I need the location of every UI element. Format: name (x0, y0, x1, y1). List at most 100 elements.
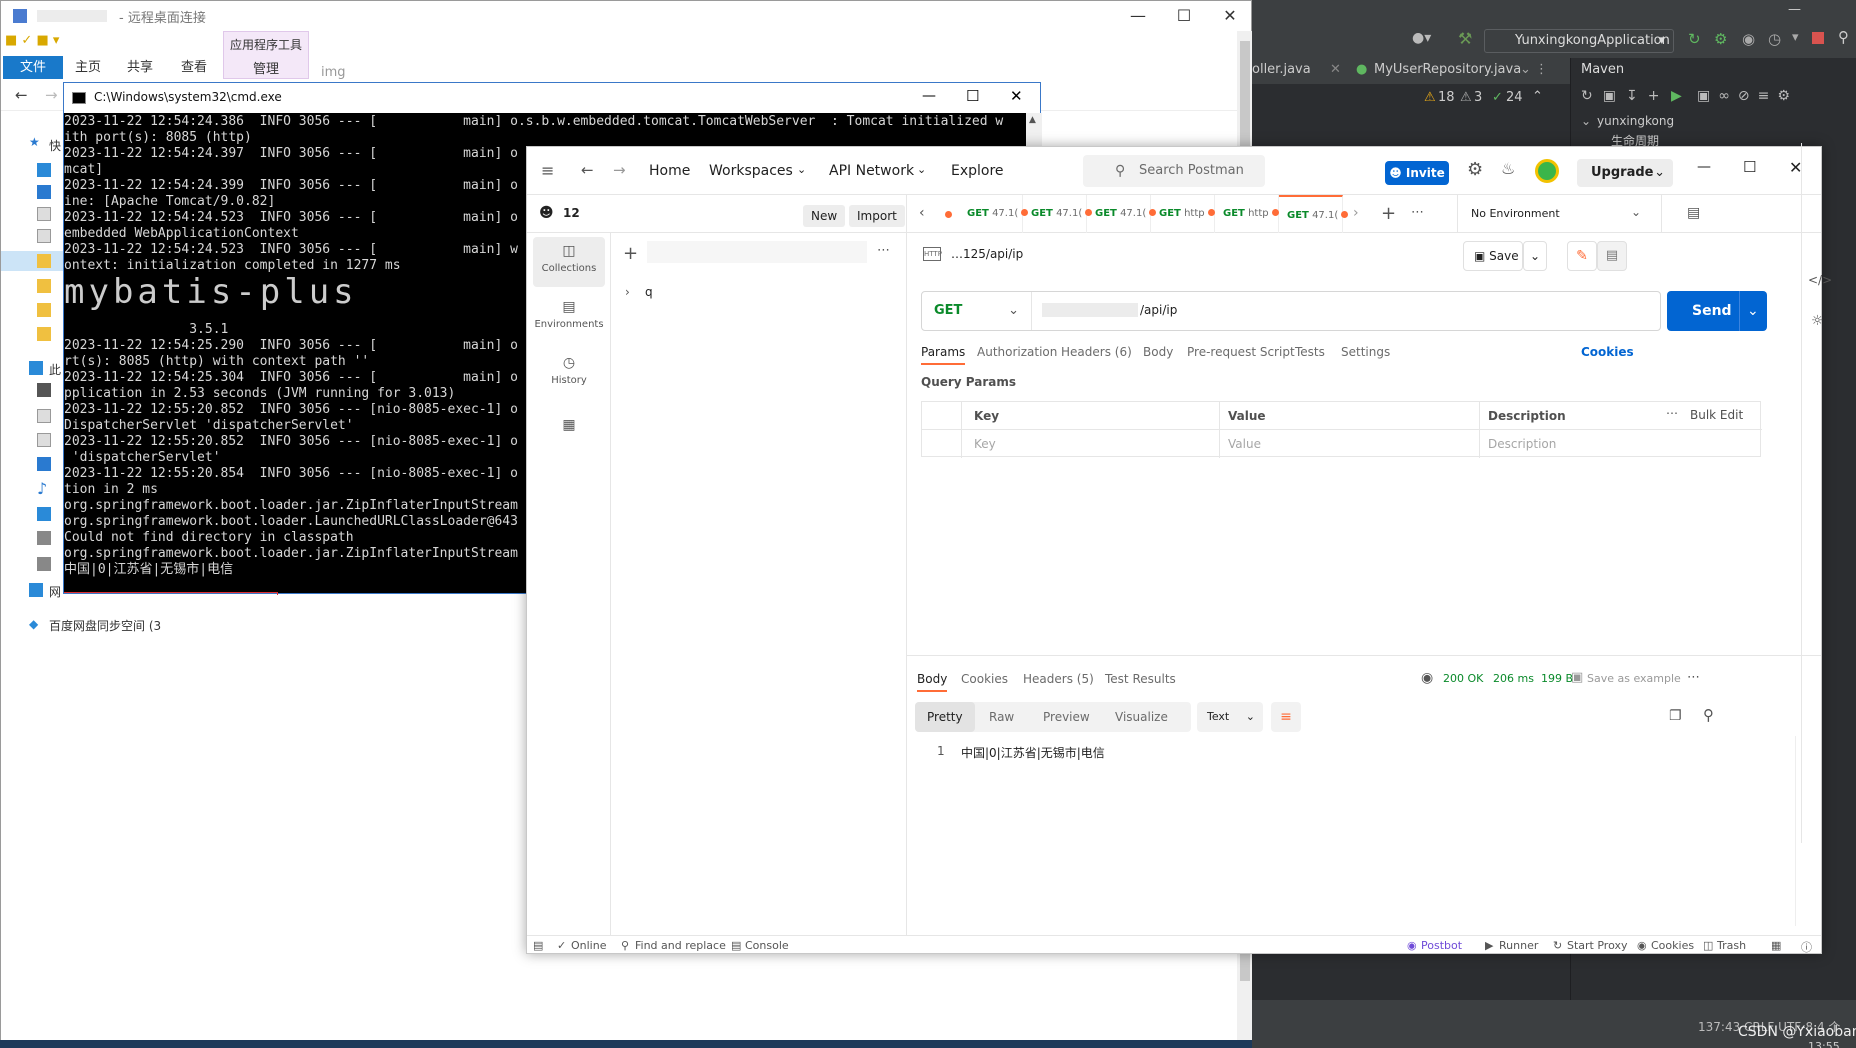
response-time[interactable]: 206 ms (1493, 672, 1534, 685)
value-input[interactable]: Value (1220, 430, 1480, 458)
rail-more[interactable]: ▦ (533, 411, 605, 461)
method-select[interactable]: GET ⌄ (922, 292, 1032, 330)
sidebar-item-baidu-sync[interactable]: 百度网盘同步空间 (3 (49, 617, 161, 635)
nav-api-network[interactable]: API Network (829, 163, 914, 179)
find-replace-button[interactable]: Find and replace (635, 939, 726, 952)
cookies-button[interactable]: Cookies (1651, 939, 1694, 952)
minimize-button[interactable]: — (922, 88, 936, 104)
run-configuration-select[interactable]: YunxingkongApplication ▾ (1484, 29, 1674, 53)
stop-icon[interactable] (1812, 32, 1824, 44)
trash-button[interactable]: Trash (1717, 939, 1746, 952)
nav-home[interactable]: Home (649, 163, 690, 179)
back-arrow-icon[interactable]: ← (15, 86, 28, 104)
docs-icon[interactable]: ▤ (1597, 241, 1627, 271)
response-size[interactable]: 199 B (1541, 672, 1573, 685)
expand-arrow-icon[interactable]: ⌄ (1581, 114, 1591, 128)
nav-workspaces[interactable]: Workspaces (709, 163, 793, 179)
tab-settings[interactable]: Settings (1341, 345, 1390, 359)
chevron-down-icon[interactable]: ⌄ (1523, 241, 1547, 271)
format-preview[interactable]: Preview (1031, 702, 1102, 732)
sidebar-toggle-icon[interactable]: ▤ (533, 939, 543, 952)
rail-history[interactable]: ◷ History (533, 349, 605, 399)
tab-file[interactable]: 文件 (3, 56, 63, 79)
copy-icon[interactable]: ❐ (1669, 708, 1682, 724)
request-tab[interactable]: GET 47.1( (1087, 195, 1157, 233)
url-input[interactable]: /api/ip (1140, 303, 1177, 317)
send-button[interactable]: Send ⌄ (1667, 291, 1767, 331)
editor-tab-controller[interactable]: oller.java (1252, 62, 1311, 77)
response-scrollbar[interactable] (1795, 736, 1805, 926)
tab-body[interactable]: Body (1143, 345, 1173, 359)
debug-icon[interactable]: ⚙ (1714, 30, 1727, 48)
request-name[interactable]: …125/api/ip (951, 247, 1023, 261)
invite-button[interactable]: ☻ Invite (1385, 161, 1449, 185)
start-proxy-button[interactable]: Start Proxy (1567, 939, 1628, 952)
collection-search-input[interactable] (647, 241, 867, 263)
more-icon[interactable]: ⋯ (1687, 670, 1700, 685)
add-icon[interactable]: + (623, 243, 638, 264)
rail-environments[interactable]: ▤ Environments (533, 293, 605, 343)
menu-icon[interactable]: ≡ (541, 161, 554, 180)
tab-manage[interactable]: 应用程序工具 管理 (223, 31, 309, 79)
environment-quick-look-icon[interactable]: ▤ (1687, 205, 1700, 221)
response-tab-cookies[interactable]: Cookies (961, 672, 1008, 686)
rail-collections[interactable]: ◫ Collections (533, 237, 605, 287)
profiler-icon[interactable]: ◷ (1768, 30, 1781, 48)
bell-icon[interactable]: ♨ (1501, 159, 1515, 178)
chevron-right-icon[interactable]: › (1353, 205, 1359, 221)
status-badge[interactable]: 200 OK (1443, 672, 1483, 685)
nav-explore[interactable]: Explore (951, 163, 1004, 179)
tab-params[interactable]: Params (921, 345, 966, 365)
format-type-select[interactable]: Text ⌄ (1197, 702, 1263, 732)
online-status[interactable]: Online (571, 939, 606, 952)
upgrade-button[interactable]: Upgrade ⌄ (1577, 159, 1673, 187)
request-tab-active[interactable]: GET 47.1( (1279, 195, 1349, 233)
settings-icon[interactable]: ⚙ (1467, 159, 1483, 180)
collection-item[interactable]: q (645, 285, 653, 299)
format-visualize[interactable]: Visualize (1103, 702, 1180, 732)
maven-toolbar[interactable]: ↻▣↧+ (1581, 88, 1669, 104)
sidebar-item-quick-access[interactable]: 快 (49, 137, 61, 155)
postbot-button[interactable]: Postbot (1421, 939, 1462, 952)
maximize-button[interactable]: ☐ (1161, 1, 1207, 31)
run-icon[interactable]: ▶ (1671, 88, 1682, 104)
sidebar-item-this-pc[interactable]: 此 (49, 361, 61, 379)
workspace-name[interactable]: 12 (563, 206, 580, 220)
hammer-icon[interactable]: ⚒ (1458, 29, 1472, 48)
response-tab-body[interactable]: Body (917, 672, 948, 692)
environment-select[interactable]: No Environment (1471, 207, 1560, 220)
help-icon[interactable]: ⓘ (1801, 939, 1812, 955)
back-arrow-icon[interactable]: ← (581, 161, 594, 179)
close-button[interactable]: ✕ (1010, 87, 1023, 105)
code-icon[interactable]: </> (1808, 273, 1832, 287)
scroll-up-icon[interactable]: ▲ (1029, 115, 1036, 125)
close-button[interactable]: ✕ (1207, 1, 1253, 31)
chevron-down-icon[interactable]: ⌄ (1631, 205, 1641, 219)
minimize-button[interactable]: — (1115, 1, 1161, 31)
tab-view[interactable]: 查看 (171, 56, 217, 79)
import-button[interactable]: Import (849, 205, 905, 227)
forward-arrow-icon[interactable]: → (613, 161, 626, 179)
maven-project[interactable]: yunxingkong (1597, 114, 1674, 128)
forward-arrow-icon[interactable]: → (45, 86, 58, 104)
user-icon[interactable]: ●▾ (1412, 30, 1431, 46)
minimize-button[interactable]: — (1788, 2, 1801, 17)
save-button[interactable]: ▣ Save (1463, 241, 1523, 271)
cookies-link[interactable]: Cookies (1581, 345, 1634, 359)
bulk-edit-button[interactable]: Bulk Edit (1690, 408, 1743, 422)
maven-toolbar-more[interactable]: ▣∞⊘≡⚙ (1697, 88, 1798, 104)
request-tab[interactable]: GET 47.1( (959, 195, 1029, 233)
tab-authorization[interactable]: Authorization (977, 345, 1057, 359)
editor-tab-repository[interactable]: MyUserRepository.java (1374, 62, 1521, 77)
format-raw[interactable]: Raw (977, 702, 1026, 732)
request-tab[interactable]: GET 47.1( (1023, 195, 1093, 233)
tab-pre-request-script[interactable]: Pre-request Script (1187, 345, 1295, 359)
chevron-up-icon[interactable]: ⌃ (1532, 89, 1543, 104)
chevron-left-icon[interactable]: ‹ (919, 205, 925, 221)
minimize-button[interactable]: — (1697, 159, 1711, 175)
layout-icon[interactable]: ▦ (1771, 939, 1781, 952)
runner-button[interactable]: Runner (1499, 939, 1538, 952)
inspection-widget[interactable]: ⚠ 18 ⚠ 3 ✓ 24 ⌃ (1252, 86, 1562, 112)
tab-tests[interactable]: Tests (1295, 345, 1325, 359)
maximize-button[interactable]: ☐ (1743, 158, 1756, 176)
